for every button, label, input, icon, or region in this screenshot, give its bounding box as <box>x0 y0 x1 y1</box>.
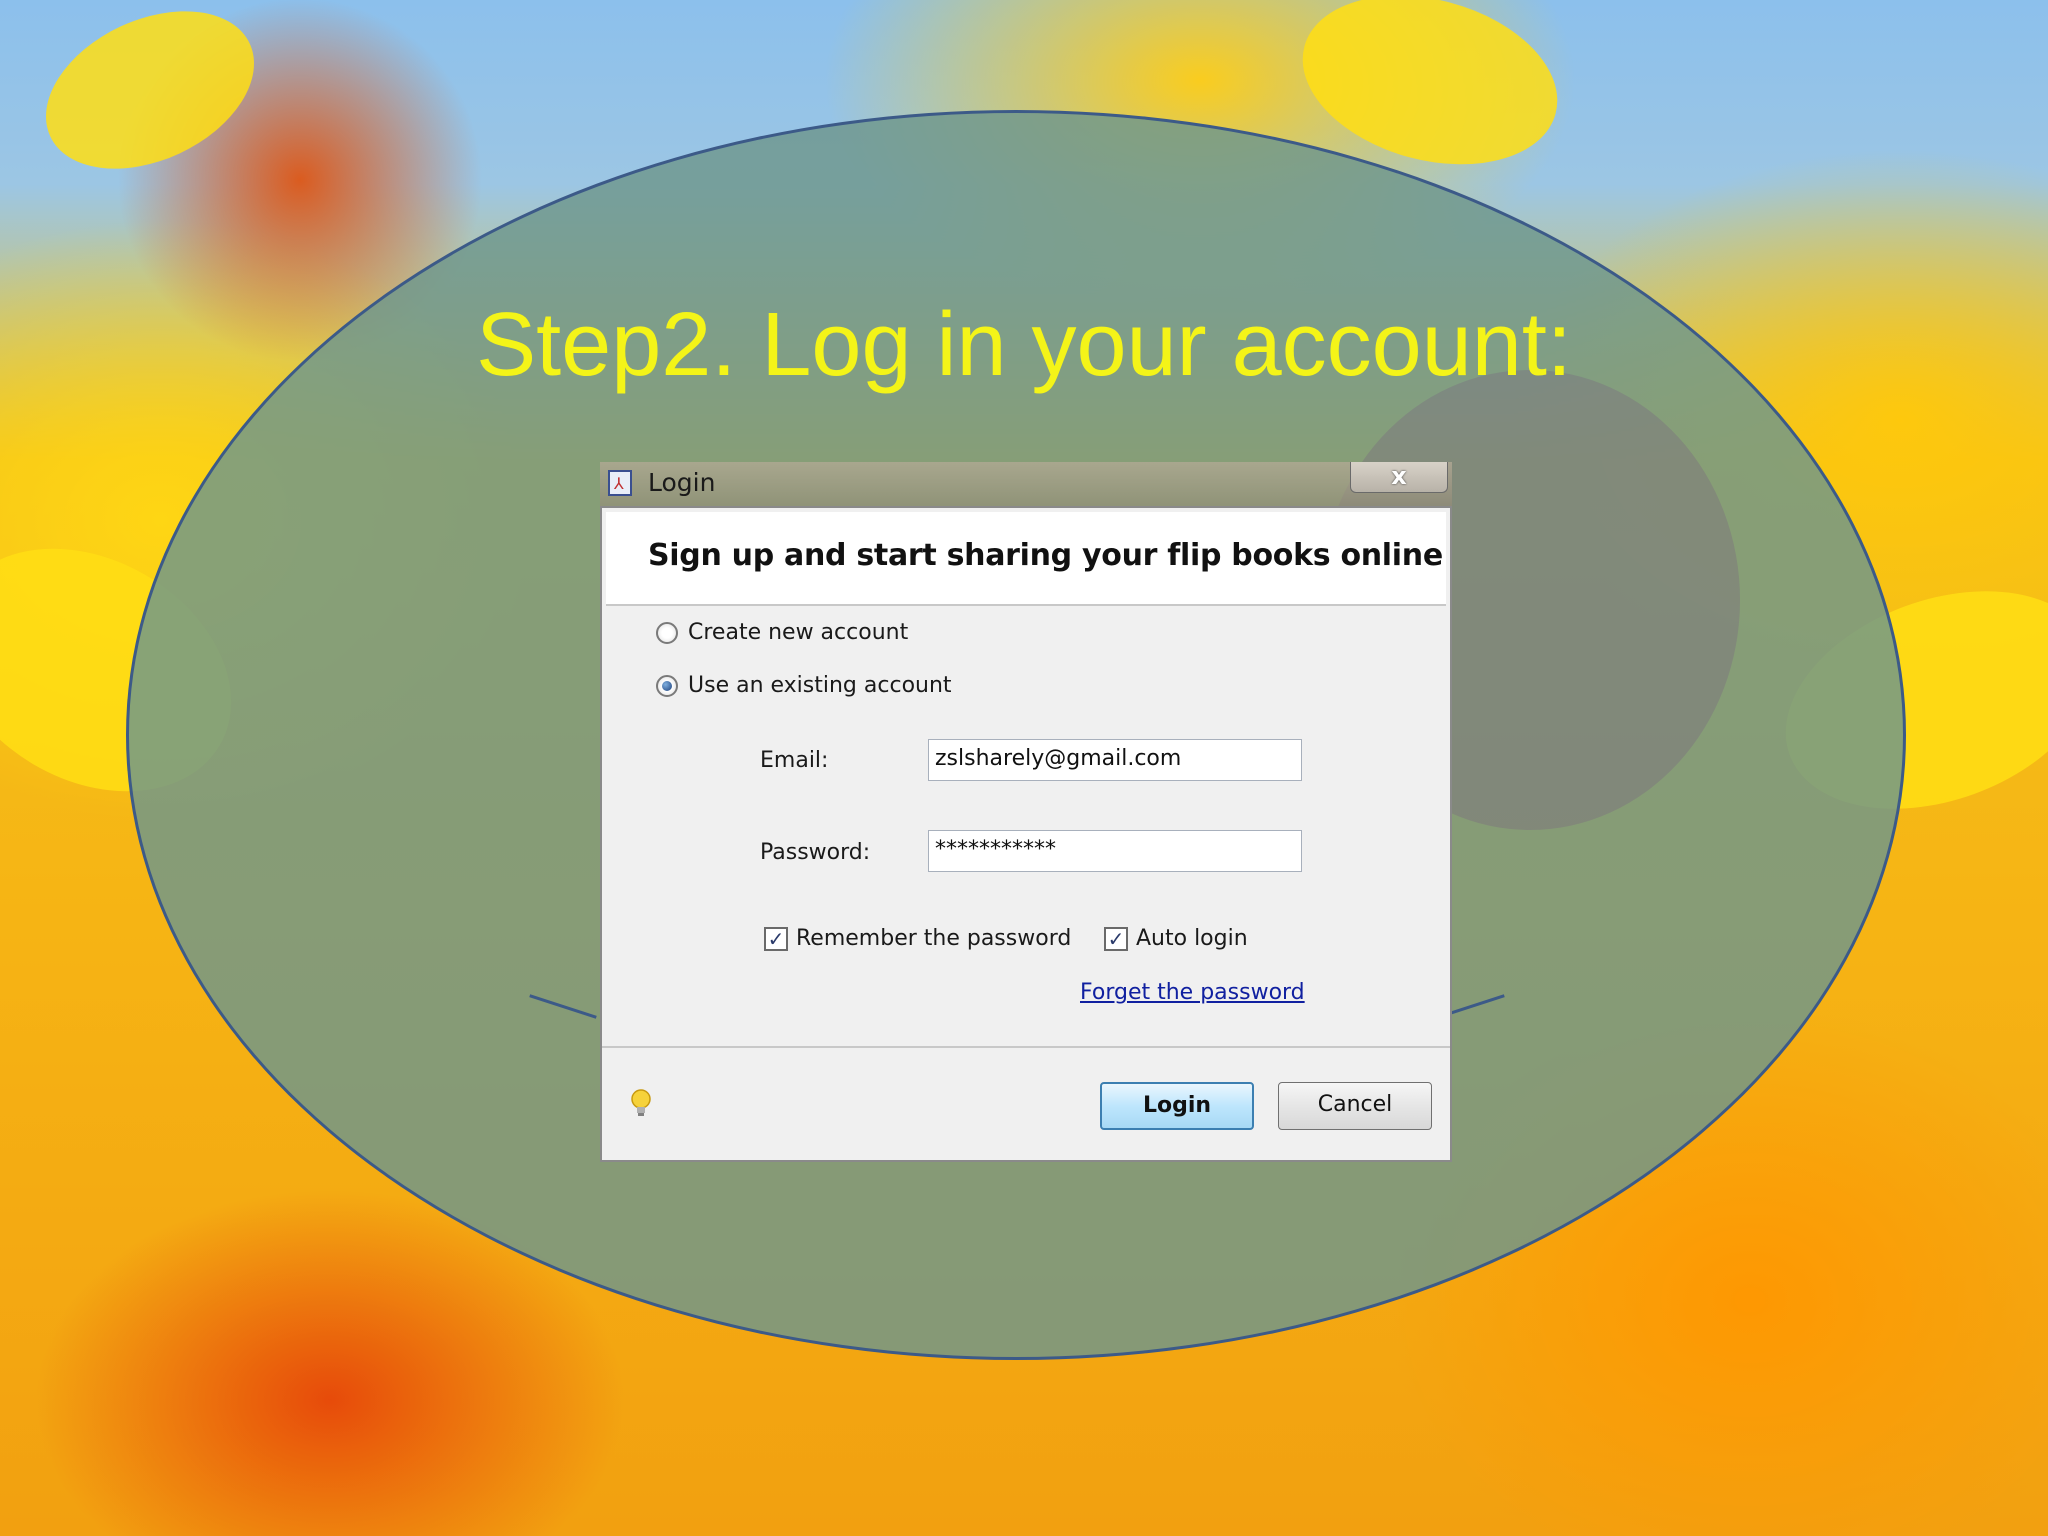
dialog-heading: Sign up and start sharing your flip book… <box>648 538 1443 573</box>
email-label: Email: <box>760 748 829 773</box>
forget-password-link[interactable]: Forget the password <box>1080 980 1305 1005</box>
flipbook-app-icon: ⅄ <box>608 470 632 496</box>
existing-account-label: Use an existing account <box>688 673 952 698</box>
existing-account-option[interactable]: Use an existing account <box>656 673 952 698</box>
create-account-label: Create new account <box>688 620 909 645</box>
auto-login-checkbox[interactable]: ✓ <box>1104 926 1128 951</box>
auto-login-label: Auto login <box>1136 926 1248 951</box>
remember-password-label: Remember the password <box>796 926 1072 951</box>
auto-login-option[interactable]: ✓ Auto login <box>1104 926 1248 951</box>
remember-password-option[interactable]: ✓ Remember the password <box>764 926 1071 951</box>
remember-password-checkbox[interactable]: ✓ <box>764 926 788 951</box>
login-dialog: Sign up and start sharing your flip book… <box>600 506 1452 1162</box>
login-button[interactable]: Login <box>1100 1082 1254 1130</box>
dialog-separator <box>602 1046 1450 1048</box>
existing-account-radio[interactable] <box>656 674 678 697</box>
lightbulb-icon <box>631 1089 651 1116</box>
email-field[interactable]: zslsharely@gmail.com <box>928 739 1302 781</box>
cancel-button[interactable]: Cancel <box>1278 1082 1432 1130</box>
slide-title: Step2. Log in your account: <box>476 295 1572 395</box>
password-label: Password: <box>760 840 871 865</box>
dialog-header: Sign up and start sharing your flip book… <box>606 512 1446 606</box>
dialog-titlebar[interactable]: ⅄ Login x <box>600 462 1452 506</box>
dialog-title: Login <box>648 468 716 497</box>
create-account-option[interactable]: Create new account <box>656 620 908 645</box>
close-button[interactable]: x <box>1350 462 1448 493</box>
password-field[interactable]: *********** <box>928 830 1302 872</box>
create-account-radio[interactable] <box>656 621 678 644</box>
